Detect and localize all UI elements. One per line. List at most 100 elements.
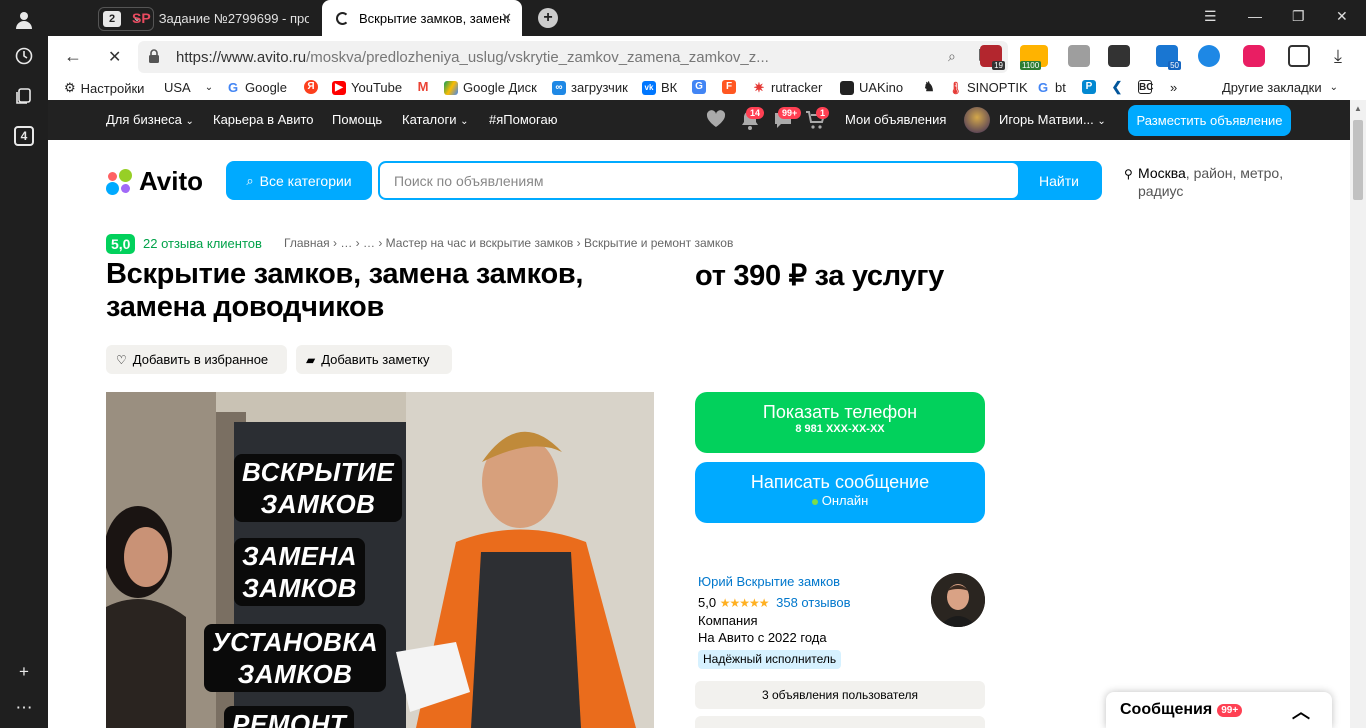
rutracker-icon: ✷ xyxy=(753,79,765,95)
extension-ublock-icon[interactable] xyxy=(1243,45,1265,67)
subscribe-button[interactable] xyxy=(695,716,985,728)
nav-help[interactable]: Помощь xyxy=(332,112,382,127)
minimize-icon[interactable]: — xyxy=(1248,8,1262,24)
add-panel-icon[interactable]: + xyxy=(12,660,36,684)
bookmark-google-drive[interactable]: Google Диск xyxy=(444,80,537,95)
back-icon[interactable]: ← xyxy=(64,46,82,67)
chevron-up-icon[interactable]: ︿ xyxy=(1292,698,1310,724)
favorites-heart-icon[interactable] xyxy=(706,110,726,131)
search-button[interactable]: Найти xyxy=(1018,163,1100,198)
extension-heart-icon[interactable] xyxy=(1198,45,1220,67)
bookmark-usa[interactable]: USA ⌄ xyxy=(164,80,213,95)
client-reviews-link[interactable]: 22 отзыва клиентов xyxy=(143,236,262,251)
bookmark-p[interactable]: P xyxy=(1082,80,1101,94)
youtube-icon: ▶ xyxy=(332,80,346,95)
write-message-button[interactable]: Написать сообщение Онлайн xyxy=(695,462,985,523)
close-tab-icon[interactable]: ✕ xyxy=(501,10,512,26)
all-categories-button[interactable]: ⌕ Все категории xyxy=(226,161,372,200)
extension-calendar-icon[interactable]: 50 xyxy=(1156,45,1181,70)
bookmark-youtube[interactable]: ▶ YouTube xyxy=(332,80,402,95)
bookmark-settings[interactable]: ⚙ Настройки xyxy=(64,80,144,96)
seller-ads-button[interactable]: 3 объявления пользователя xyxy=(695,681,985,709)
add-note-button[interactable]: ▰ Добавить заметку xyxy=(296,345,452,374)
nav-career[interactable]: Карьера в Авито xyxy=(213,112,314,127)
scroll-up-icon[interactable]: ▲ xyxy=(1354,104,1362,113)
cart-badge: 1 xyxy=(816,107,830,119)
messenger-label: Сообщения xyxy=(1120,701,1213,718)
google-icon: G xyxy=(1037,79,1049,95)
lock-icon[interactable] xyxy=(148,49,160,63)
extension-badge: 50 xyxy=(1168,61,1181,70)
avito-logo-text: Avito xyxy=(139,166,204,196)
place-ad-button[interactable]: Разместить объявление xyxy=(1128,105,1291,136)
bookmark-bc[interactable]: BC xyxy=(1138,80,1157,94)
star-rating-icon: ★★★★★ xyxy=(719,596,770,610)
search-lens-icon[interactable]: ⌕ xyxy=(948,48,956,65)
bookmark-translate[interactable]: G xyxy=(692,80,711,94)
bookmark-gmail[interactable]: M xyxy=(416,80,435,94)
bookmark-bt[interactable]: Gbt xyxy=(1036,80,1066,95)
scrollbar-thumb[interactable] xyxy=(1353,120,1363,200)
bookmark-loader[interactable]: ∞ загрузчик xyxy=(552,80,628,95)
collections-icon[interactable] xyxy=(12,84,36,108)
avito-logo[interactable]: Avito xyxy=(106,166,203,197)
restore-icon[interactable]: ❐ xyxy=(1292,8,1305,25)
more-icon[interactable]: ⋯ xyxy=(12,696,36,720)
google-icon: G xyxy=(227,79,239,95)
extension-shield-icon[interactable]: 19 xyxy=(980,45,1005,70)
seller-avatar[interactable] xyxy=(931,573,985,627)
tab-inactive[interactable]: SP Задание №2799699 - проверка xyxy=(118,0,318,36)
url-bar[interactable]: https://www.avito.ru/moskva/predlozheniy… xyxy=(138,41,1008,73)
extension-arrow-icon[interactable] xyxy=(1108,45,1130,67)
nav-ya-pomogayu[interactable]: #яПомогаю xyxy=(489,112,557,127)
other-bookmarks[interactable]: Другие закладки ⌄ xyxy=(1222,80,1338,95)
profile-icon[interactable] xyxy=(12,8,36,32)
extensions-puzzle-icon[interactable] xyxy=(1288,45,1310,67)
bookmark-rutracker[interactable]: ✷ rutracker xyxy=(752,79,823,95)
bookmark-chess[interactable]: ♞ xyxy=(922,80,941,94)
chevron-down-icon: ⌄ xyxy=(1329,82,1338,93)
nav-catalogs[interactable]: Каталоги ⌄ xyxy=(402,112,469,127)
bookmark-vk[interactable]: vk ВК xyxy=(642,80,677,95)
nav-business[interactable]: Для бизнеса ⌄ xyxy=(106,112,194,127)
chevron-down-icon: ⌄ xyxy=(185,116,194,127)
menu-icon[interactable]: ☰ xyxy=(1204,8,1217,25)
listing-photo[interactable]: ВСКРЫТИЕ ЗАМКОВ ЗАМЕНА ЗАМКОВ УСТАНОВКА ЗАМ… xyxy=(106,392,654,728)
add-to-favorites-button[interactable]: ♡ Добавить в избранное xyxy=(106,345,287,374)
user-avatar[interactable] xyxy=(964,107,990,133)
tab-groups-icon[interactable]: 4 xyxy=(14,126,34,146)
seller-reviews-link[interactable]: 358 отзывов xyxy=(776,595,850,610)
bookmark-yandex[interactable]: Я xyxy=(304,80,323,94)
user-menu[interactable]: Игорь Матвии... ⌄ xyxy=(999,112,1106,127)
bookmarks-overflow[interactable]: » xyxy=(1170,80,1177,95)
bookmark-flutter[interactable]: ❮ xyxy=(1110,80,1129,94)
breadcrumb[interactable]: Главная › … › … › Мастер на час и вскрыт… xyxy=(284,236,733,250)
page-scrollbar[interactable]: ▲ xyxy=(1350,100,1366,728)
chevron-down-icon: ⌄ xyxy=(1097,116,1106,127)
close-window-icon[interactable]: ✕ xyxy=(1336,8,1348,25)
bookmark-uakino[interactable]: UAKino xyxy=(840,80,903,95)
extension-counter-icon[interactable]: 1100 xyxy=(1020,45,1048,70)
online-status: Онлайн xyxy=(695,493,985,508)
note-icon: ▰ xyxy=(306,352,316,367)
bookmark-sinoptik[interactable]: 🌡 SINOPTIK xyxy=(948,80,1028,95)
caption-line: ЗАМКОВ xyxy=(260,489,376,519)
bookmark-f[interactable]: F xyxy=(722,80,741,94)
messenger-badge: 99+ xyxy=(1217,703,1243,717)
loader-icon: ∞ xyxy=(552,80,566,95)
tab-title: Задание №2799699 - проверка xyxy=(158,10,309,26)
bookmark-google[interactable]: G Google xyxy=(226,80,287,95)
history-icon[interactable] xyxy=(12,44,36,68)
show-phone-button[interactable]: Показать телефон 8 981 XXX-XX-XX xyxy=(695,392,985,453)
search-input[interactable]: Поиск по объявлениям xyxy=(380,163,1018,198)
messenger-widget[interactable]: Сообщения 99+ ︿ xyxy=(1106,692,1332,728)
new-tab-button[interactable]: + xyxy=(538,8,558,28)
download-icon[interactable]: ⤓ xyxy=(1334,46,1342,67)
location-selector[interactable]: ⚲ Москва, район, метро, радиус xyxy=(1124,164,1284,200)
tab-active[interactable]: Вскрытие замков, замена замков ✕ xyxy=(322,0,522,36)
url-text[interactable]: https://www.avito.ru/moskva/predlozheniy… xyxy=(176,49,769,66)
stop-icon[interactable]: ✕ xyxy=(108,47,121,67)
my-ads-link[interactable]: Мои объявления xyxy=(845,112,946,127)
seller-name[interactable]: Юрий Вскрытие замков xyxy=(698,573,851,590)
extension-briefcase-icon[interactable] xyxy=(1068,45,1090,67)
